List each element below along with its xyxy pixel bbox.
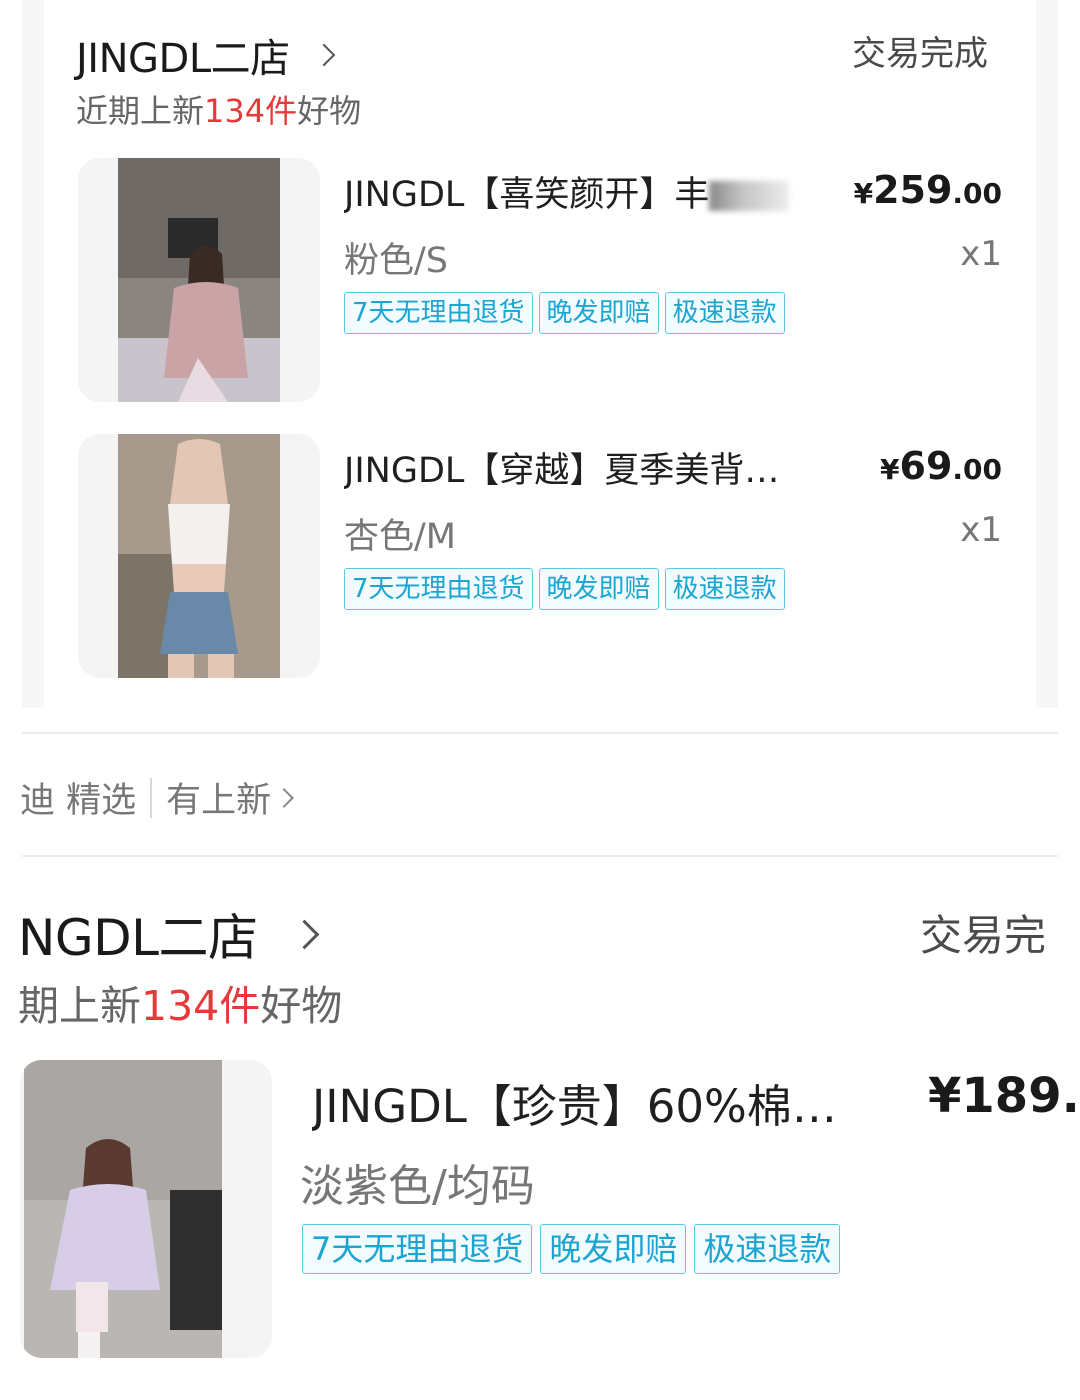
new-count: 134件 [204,92,298,130]
selection-label: 迪 精选 [20,781,137,821]
product-title[interactable]: JINGDL【珍贵】60%棉… [312,1070,872,1135]
tag-7day-return: 7天无理由退货 [344,568,533,610]
tag-fast-refund: 极速退款 [694,1224,841,1274]
product-photo-white-camisole [118,434,280,678]
new-count: 134件 [141,982,261,1030]
service-tags: 7天无理由退货 晚发即赔 极速退款 [302,1224,841,1274]
product-variant: 粉色/S [344,241,449,281]
chevron-right-icon [274,787,295,808]
product-photo-pink-sweater [118,158,280,402]
product-thumbnail[interactable] [78,158,320,402]
product-title[interactable]: JINGDL【喜笑颜开】丰 [344,166,804,217]
chevron-right-icon [289,919,319,949]
tag-7day-return: 7天无理由退货 [344,292,533,334]
product-variant: 杏色/M [344,517,456,557]
store-subline: 期上新134件好物 [18,982,343,1030]
store-link-bar[interactable]: 迪 精选 有上新 [20,772,295,823]
product-variant: 淡紫色/均码 [300,1161,535,1212]
store-header[interactable]: NGDL二店 [18,898,319,970]
product-quantity: x1 [960,510,1002,550]
store-name[interactable]: NGDL二店 [18,898,258,970]
product-thumbnail[interactable] [78,434,320,678]
service-tags: 7天无理由退货 晚发即赔 极速退款 [344,292,785,334]
product-quantity: x1 [960,234,1002,274]
chevron-right-icon [312,43,335,67]
new-arrivals-link[interactable]: 有上新 [166,772,271,823]
product-title[interactable]: JINGDL【穿越】夏季美背… [344,442,834,493]
tag-7day-return: 7天无理由退货 [302,1224,533,1274]
divider [22,732,1058,734]
tag-late-ship-compensation: 晚发即赔 [538,568,659,610]
divider [22,855,1058,857]
service-tags: 7天无理由退货 晚发即赔 极速退款 [344,568,785,610]
store-subline: 近期上新134件好物 [76,92,362,130]
product-photo-lavender-cardigan [24,1060,222,1358]
tag-late-ship-compensation: 晚发即赔 [540,1224,687,1274]
order-status: 交易完 [920,911,1047,960]
product-price: ¥189.( [928,1068,1080,1124]
order-status: 交易完成 [852,34,988,74]
separator [150,777,153,818]
product-price: ¥259.00 [853,168,1002,212]
tag-late-ship-compensation: 晚发即赔 [538,292,659,334]
store-name[interactable]: JINGDL二店 [76,26,290,84]
tag-fast-refund: 极速退款 [664,292,785,334]
product-price: ¥69.00 [880,444,1002,488]
tag-fast-refund: 极速退款 [664,568,785,610]
blurred-text [709,181,790,211]
product-thumbnail[interactable] [20,1060,272,1358]
store-header[interactable]: JINGDL二店 [76,26,335,84]
